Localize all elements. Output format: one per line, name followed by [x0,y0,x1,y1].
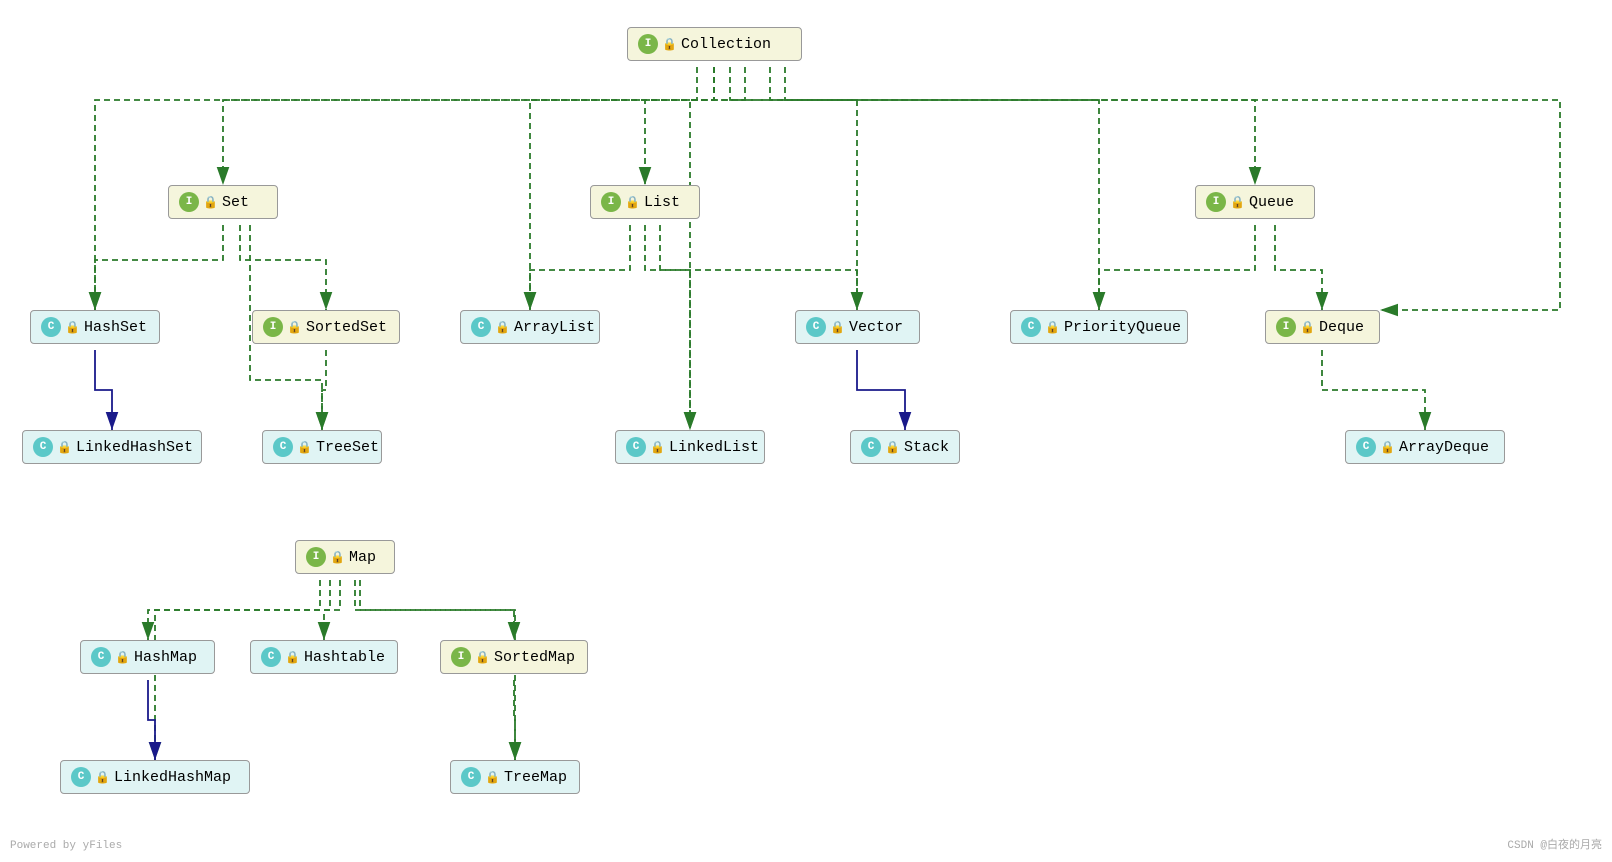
badge-collection: I [638,34,658,54]
badge-linkedhashmap: C [71,767,91,787]
node-treeset[interactable]: C 🔒 TreeSet [262,430,382,464]
node-set[interactable]: I 🔒 Set [168,185,278,219]
label-hashset: HashSet [84,319,147,336]
lock-collection: 🔒 [662,37,677,52]
badge-vector: C [806,317,826,337]
badge-treemap: C [461,767,481,787]
node-linkedlist[interactable]: C 🔒 LinkedList [615,430,765,464]
label-linkedhashset: LinkedHashSet [76,439,193,456]
badge-map: I [306,547,326,567]
node-linkedhashset[interactable]: C 🔒 LinkedHashSet [22,430,202,464]
label-deque: Deque [1319,319,1364,336]
label-vector: Vector [849,319,903,336]
diagram-container: I 🔒 Collection I 🔒 Set I 🔒 List I 🔒 Queu… [0,0,1612,862]
label-sortedmap: SortedMap [494,649,575,666]
label-arraydeque: ArrayDeque [1399,439,1489,456]
node-priorityqueue[interactable]: C 🔒 PriorityQueue [1010,310,1188,344]
node-vector[interactable]: C 🔒 Vector [795,310,920,344]
node-list[interactable]: I 🔒 List [590,185,700,219]
badge-deque: I [1276,317,1296,337]
node-sortedset[interactable]: I 🔒 SortedSet [252,310,400,344]
badge-sortedset: I [263,317,283,337]
node-arraylist[interactable]: C 🔒 ArrayList [460,310,600,344]
badge-linkedhashset: C [33,437,53,457]
badge-arraydeque: C [1356,437,1376,457]
node-hashset[interactable]: C 🔒 HashSet [30,310,160,344]
watermark-left: Powered by yFiles [10,840,122,852]
label-map: Map [349,549,376,566]
label-sortedset: SortedSet [306,319,387,336]
label-treeset: TreeSet [316,439,379,456]
badge-hashset: C [41,317,61,337]
badge-linkedlist: C [626,437,646,457]
badge-queue: I [1206,192,1226,212]
node-stack[interactable]: C 🔒 Stack [850,430,960,464]
label-priorityqueue: PriorityQueue [1064,319,1181,336]
badge-treeset: C [273,437,293,457]
label-collection: Collection [681,36,771,53]
label-treemap: TreeMap [504,769,567,786]
node-map[interactable]: I 🔒 Map [295,540,395,574]
badge-sortedmap: I [451,647,471,667]
badge-list: I [601,192,621,212]
label-linkedhashmap: LinkedHashMap [114,769,231,786]
label-arraylist: ArrayList [514,319,595,336]
node-queue[interactable]: I 🔒 Queue [1195,185,1315,219]
label-stack: Stack [904,439,949,456]
badge-hashtable: C [261,647,281,667]
label-queue: Queue [1249,194,1294,211]
node-deque[interactable]: I 🔒 Deque [1265,310,1380,344]
label-hashmap: HashMap [134,649,197,666]
label-hashtable: Hashtable [304,649,385,666]
label-set: Set [222,194,249,211]
node-arraydeque[interactable]: C 🔒 ArrayDeque [1345,430,1505,464]
label-linkedlist: LinkedList [669,439,759,456]
watermark-right: CSDN @白夜的月亮 [1507,836,1602,852]
badge-priorityqueue: C [1021,317,1041,337]
badge-hashmap: C [91,647,111,667]
badge-set: I [179,192,199,212]
node-hashtable[interactable]: C 🔒 Hashtable [250,640,398,674]
node-sortedmap[interactable]: I 🔒 SortedMap [440,640,588,674]
node-collection[interactable]: I 🔒 Collection [627,27,802,61]
label-list: List [644,194,680,211]
node-hashmap[interactable]: C 🔒 HashMap [80,640,215,674]
node-linkedhashmap[interactable]: C 🔒 LinkedHashMap [60,760,250,794]
badge-arraylist: C [471,317,491,337]
node-treemap[interactable]: C 🔒 TreeMap [450,760,580,794]
badge-stack: C [861,437,881,457]
